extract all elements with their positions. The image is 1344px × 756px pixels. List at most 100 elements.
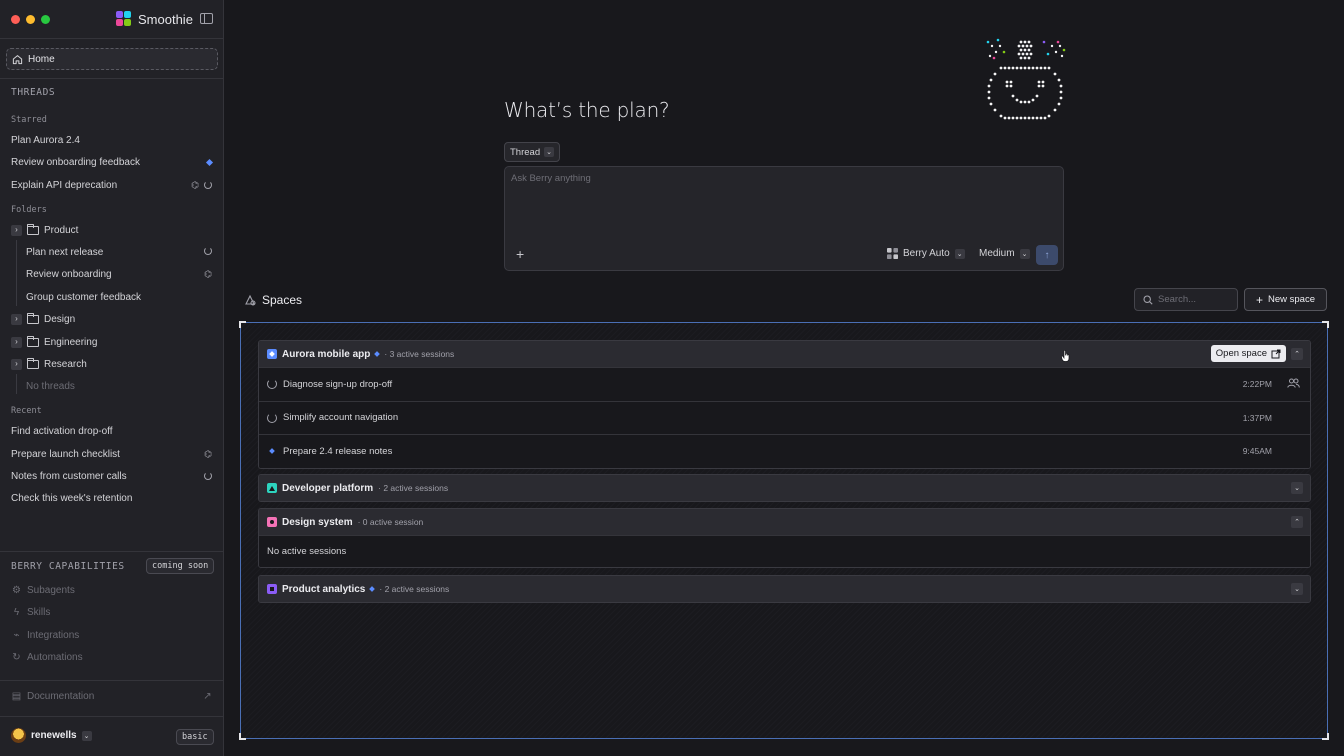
plug-icon: ⌁ [13,630,20,641]
spaces-search-input[interactable]: Search... [1134,288,1238,311]
session-title: Diagnose sign-up drop-off [283,378,393,390]
session-time: 2:22PM [1242,379,1272,390]
close-window-button[interactable] [11,15,20,24]
home-button[interactable]: Home [6,48,218,70]
thread-label: Notes from customer calls [11,470,127,482]
chevron-right-icon[interactable]: › [11,224,22,236]
space-name: Aurora mobile app [282,348,371,360]
search-placeholder: Search... [1158,294,1197,305]
session-time: 9:45AM [1242,446,1272,457]
space-icon [267,584,277,594]
space-icon [267,517,277,527]
zoom-window-button[interactable] [41,15,50,24]
session-title: Prepare 2.4 release notes [283,445,393,457]
folder-design[interactable]: › Design [11,311,75,327]
empty-folder-text: No threads [26,380,75,392]
composer-box[interactable]: Ask Berry anything + Berry Auto ⌄ Medium… [504,166,1064,271]
composer-input[interactable]: Ask Berry anything [511,173,591,184]
effort-select[interactable]: Medium ⌄ [979,248,1030,259]
external-link-icon [1271,349,1281,358]
new-space-button[interactable]: + New space [1244,288,1327,311]
space-card-aurora: Aurora mobile app · 3 active sessions Op… [258,340,1311,469]
thread-label: Prepare launch checklist [11,448,120,460]
spinner-icon [204,246,212,255]
empty-sessions-text: No active sessions [259,535,1310,567]
model-select[interactable]: Berry Auto ⌄ [887,248,965,259]
plan-badge: basic [176,729,214,745]
sidebar-item-launch-checklist[interactable]: Prepare launch checklist ⌬ [11,445,212,463]
berry-mascot-icon [986,38,1066,120]
session-row[interactable]: Diagnose sign-up drop-off 2:22PM [259,367,1310,401]
minimize-window-button[interactable] [26,15,35,24]
main-area: What’s the plan? Thread ⌄ Ask Berry anyt… [224,0,1344,756]
sidebar-item-plan-aurora[interactable]: Plan Aurora 2.4 [11,131,212,149]
space-header[interactable]: Product analytics · 2 active sessions ⌄ [259,576,1310,602]
session-time: 1:37PM [1242,412,1272,423]
selection-handle[interactable] [239,321,246,328]
spinner-icon [204,181,212,189]
space-icon [267,349,277,359]
capabilities-title: BERRY CAPABILITIES [11,561,125,572]
sidebar-item-explain-api[interactable]: Explain API deprecation ⌬ [11,176,212,194]
sidebar-item-retention[interactable]: Check this week's retention [11,489,212,507]
berry-logo-icon [887,248,898,259]
group-icon [1287,378,1300,390]
space-name: Design system [282,516,353,528]
thread-label: Plan Aurora 2.4 [11,134,80,146]
space-meta-text: 2 active sessions [384,584,450,594]
selection-handle[interactable] [1322,733,1329,740]
selection-handle[interactable] [239,733,246,740]
space-header[interactable]: Aurora mobile app · 3 active sessions Op… [259,341,1310,367]
folder-product[interactable]: › Product [11,222,78,238]
chevron-right-icon[interactable]: › [11,336,22,348]
spinner-icon [267,412,277,423]
space-header[interactable]: Design system · 0 active session ⌃ [259,509,1310,535]
chevron-up-icon[interactable]: ⌃ [1291,516,1303,528]
sidebar-item-group-feedback[interactable]: Group customer feedback [26,289,212,305]
space-header[interactable]: Developer platform · 2 active sessions ⌄ [259,475,1310,501]
space-meta-text: 2 active sessions [383,483,449,493]
sidebar-toggle-icon[interactable] [200,13,213,24]
sidebar-item-review-onboarding-feedback[interactable]: Review onboarding feedback [11,153,214,171]
sidebar-item-review-onboarding[interactable]: Review onboarding ⌬ [26,266,212,282]
app-brand: Smoothie [116,11,193,27]
documentation-label: Documentation [27,691,95,702]
folder-icon [26,335,39,347]
sidebar-item-plan-next-release[interactable]: Plan next release [26,244,212,260]
unread-dot-icon [374,351,381,357]
send-button[interactable]: ↑ [1036,245,1058,265]
spaces-header: Spaces [244,293,302,307]
session-row[interactable]: Prepare 2.4 release notes 9:45AM [259,434,1310,468]
open-space-button[interactable]: Open space [1210,345,1286,362]
folder-research[interactable]: › Research [11,356,87,372]
chevron-right-icon[interactable]: › [11,313,22,325]
chevron-down-icon[interactable]: ⌄ [1291,583,1303,595]
chevron-down-icon[interactable]: ⌄ [81,730,92,741]
thread-mode-select[interactable]: Thread ⌄ [504,142,561,162]
plus-icon[interactable]: + [516,247,524,261]
user-menu[interactable]: renewells ⌄ [11,728,92,743]
session-row[interactable]: Simplify account navigation 1:37PM [259,400,1310,434]
divider [0,38,224,39]
space-meta: · 3 active sessions [384,349,455,359]
sidebar: Smoothie Home THREADS Starred Plan Auror… [0,0,224,756]
refresh-icon: ↻ [12,652,21,663]
documentation-link[interactable]: ▤ Documentation [11,691,212,702]
capability-label: Skills [27,607,51,618]
thread-label: Group customer feedback [26,291,142,303]
chevron-right-icon[interactable]: › [11,358,22,370]
capability-integrations: ⌁ Integrations [11,630,79,641]
effort-label: Medium [979,248,1015,259]
plus-icon: + [1255,292,1263,307]
external-link-icon[interactable]: ↗ [202,691,213,702]
divider [0,551,224,552]
sidebar-item-customer-calls[interactable]: Notes from customer calls [11,467,212,485]
recent-title: Recent [11,406,42,416]
selection-handle[interactable] [1322,321,1329,328]
chevron-down-icon[interactable]: ⌄ [1291,482,1303,494]
folder-engineering[interactable]: › Engineering [11,334,97,350]
chevron-up-icon[interactable]: ⌃ [1291,348,1303,360]
sidebar-item-find-activation[interactable]: Find activation drop-off [11,422,212,440]
folder-label: Engineering [44,336,98,348]
folder-icon [26,312,39,324]
